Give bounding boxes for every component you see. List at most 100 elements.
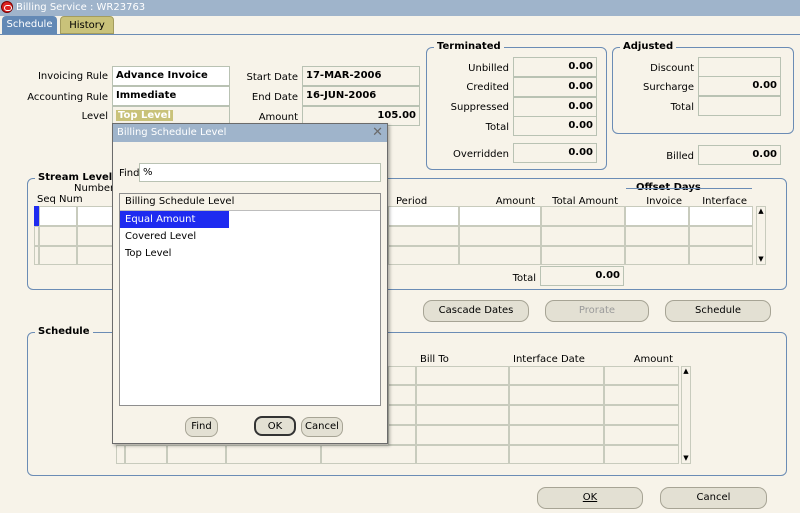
period-cell[interactable]	[388, 206, 459, 226]
schedule-cell[interactable]	[388, 385, 416, 405]
start-date-field[interactable]: 17-MAR-2006	[302, 66, 420, 86]
interface-date-cell[interactable]	[509, 445, 604, 464]
schedule-cell[interactable]	[321, 445, 416, 464]
accounting-rule-label: Accounting Rule	[27, 92, 108, 103]
tab-schedule[interactable]: Schedule	[2, 16, 57, 34]
amount-cell[interactable]	[459, 206, 541, 226]
schedule-amount-cell[interactable]	[604, 385, 679, 405]
number-cell[interactable]	[77, 246, 117, 265]
accounting-rule-field[interactable]: Immediate	[112, 86, 230, 106]
credited-label: Credited	[466, 82, 509, 93]
billing-schedule-level-dialog: Billing Schedule Level ✕ Find % Billing …	[112, 123, 388, 444]
amount-cell[interactable]	[459, 246, 541, 265]
col-interface-date-header: Interface Date	[513, 354, 585, 365]
total-amount-cell[interactable]	[541, 226, 625, 246]
schedule-cell[interactable]	[388, 405, 416, 425]
seq-num-cell[interactable]	[39, 226, 77, 246]
invoice-offset-cell[interactable]	[625, 206, 689, 226]
dialog-cancel-button[interactable]: Cancel	[301, 417, 343, 437]
surcharge-field[interactable]: 0.00	[698, 76, 781, 96]
list-item-equal-amount[interactable]: Equal Amount	[120, 211, 229, 228]
unbilled-field[interactable]: 0.00	[513, 57, 597, 77]
close-icon[interactable]: ✕	[372, 125, 383, 141]
period-cell[interactable]	[388, 246, 459, 265]
schedule-cell[interactable]	[226, 445, 321, 464]
schedule-cell[interactable]	[125, 445, 167, 464]
interface-date-cell[interactable]	[509, 366, 604, 385]
interface-offset-cell[interactable]	[689, 206, 753, 226]
schedule-scrollbar[interactable]: ▲ ▼	[681, 366, 691, 464]
window-titlebar: Billing Service : WR23763	[0, 0, 800, 16]
interface-date-cell[interactable]	[509, 385, 604, 405]
terminated-total-field[interactable]: 0.00	[513, 116, 597, 136]
prorate-button[interactable]: Prorate	[545, 300, 649, 322]
level-field-value: Top Level	[116, 110, 173, 121]
overridden-field[interactable]: 0.00	[513, 143, 597, 163]
amount-cell[interactable]	[459, 226, 541, 246]
start-date-label: Start Date	[246, 72, 298, 83]
scroll-down-arrow-icon[interactable]: ▼	[757, 255, 765, 264]
adjusted-total-label: Total	[670, 102, 694, 113]
bill-to-cell[interactable]	[416, 366, 509, 385]
adjusted-total-field[interactable]	[698, 96, 781, 116]
scroll-down-arrow-icon[interactable]: ▼	[682, 454, 690, 463]
bill-to-cell[interactable]	[416, 405, 509, 425]
schedule-amount-cell[interactable]	[604, 445, 679, 464]
schedule-amount-cell[interactable]	[604, 366, 679, 385]
terminated-title: Terminated	[434, 41, 504, 52]
schedule-cell[interactable]	[388, 425, 416, 445]
schedule-cell[interactable]	[167, 445, 226, 464]
bill-to-cell[interactable]	[416, 425, 509, 445]
dialog-title: Billing Schedule Level	[117, 127, 227, 138]
interface-date-cell[interactable]	[509, 425, 604, 445]
cancel-button[interactable]: Cancel	[660, 487, 767, 509]
period-cell[interactable]	[388, 226, 459, 246]
discount-label: Discount	[650, 63, 694, 74]
invoicing-rule-field[interactable]: Advance Invoice	[112, 66, 230, 86]
total-amount-cell[interactable]	[541, 246, 625, 265]
stream-level-title: Stream Level	[35, 172, 116, 183]
dialog-list-header: Billing Schedule Level	[120, 194, 380, 211]
stream-total-field[interactable]: 0.00	[540, 266, 624, 286]
total-amount-cell[interactable]	[541, 206, 625, 226]
stream-level-scrollbar[interactable]: ▲ ▼	[756, 206, 766, 265]
dialog-find-input[interactable]: %	[139, 163, 381, 182]
cancel-button-label: Cancel	[696, 492, 731, 503]
scroll-up-arrow-icon[interactable]: ▲	[682, 367, 690, 376]
discount-field[interactable]	[698, 57, 781, 77]
interface-date-cell[interactable]	[509, 405, 604, 425]
bill-to-cell[interactable]	[416, 385, 509, 405]
list-item-covered-level[interactable]: Covered Level	[120, 228, 380, 245]
interface-offset-cell[interactable]	[689, 246, 753, 265]
credited-field[interactable]: 0.00	[513, 77, 597, 97]
cascade-dates-button[interactable]: Cascade Dates	[423, 300, 529, 322]
end-date-field[interactable]: 16-JUN-2006	[302, 86, 420, 106]
offset-days-divider	[626, 188, 752, 189]
unbilled-label: Unbilled	[468, 63, 509, 74]
schedule-amount-cell[interactable]	[604, 405, 679, 425]
list-item-top-level[interactable]: Top Level	[120, 245, 380, 262]
number-cell[interactable]	[77, 206, 117, 226]
suppressed-field[interactable]: 0.00	[513, 97, 597, 117]
ok-button[interactable]: OK	[537, 487, 643, 509]
dialog-ok-button[interactable]: OK	[254, 416, 296, 436]
seq-num-cell[interactable]	[39, 246, 77, 265]
schedule-amount-cell[interactable]	[604, 425, 679, 445]
bill-to-cell[interactable]	[416, 445, 509, 464]
end-date-label: End Date	[251, 92, 298, 103]
scroll-up-arrow-icon[interactable]: ▲	[757, 207, 765, 216]
col-bill-to-header: Bill To	[420, 354, 449, 365]
schedule-button[interactable]: Schedule	[665, 300, 771, 322]
amount-label: Amount	[258, 112, 298, 123]
billed-field[interactable]: 0.00	[698, 145, 781, 165]
dialog-find-button[interactable]: Find	[185, 417, 218, 437]
number-cell[interactable]	[77, 226, 117, 246]
ok-button-label: OK	[582, 492, 598, 503]
col-seq-num-header: Seq Num	[37, 194, 83, 205]
invoice-offset-cell[interactable]	[625, 246, 689, 265]
seq-num-cell[interactable]	[39, 206, 77, 226]
tab-history[interactable]: History	[60, 16, 114, 34]
interface-offset-cell[interactable]	[689, 226, 753, 246]
schedule-cell[interactable]	[388, 366, 416, 385]
invoice-offset-cell[interactable]	[625, 226, 689, 246]
